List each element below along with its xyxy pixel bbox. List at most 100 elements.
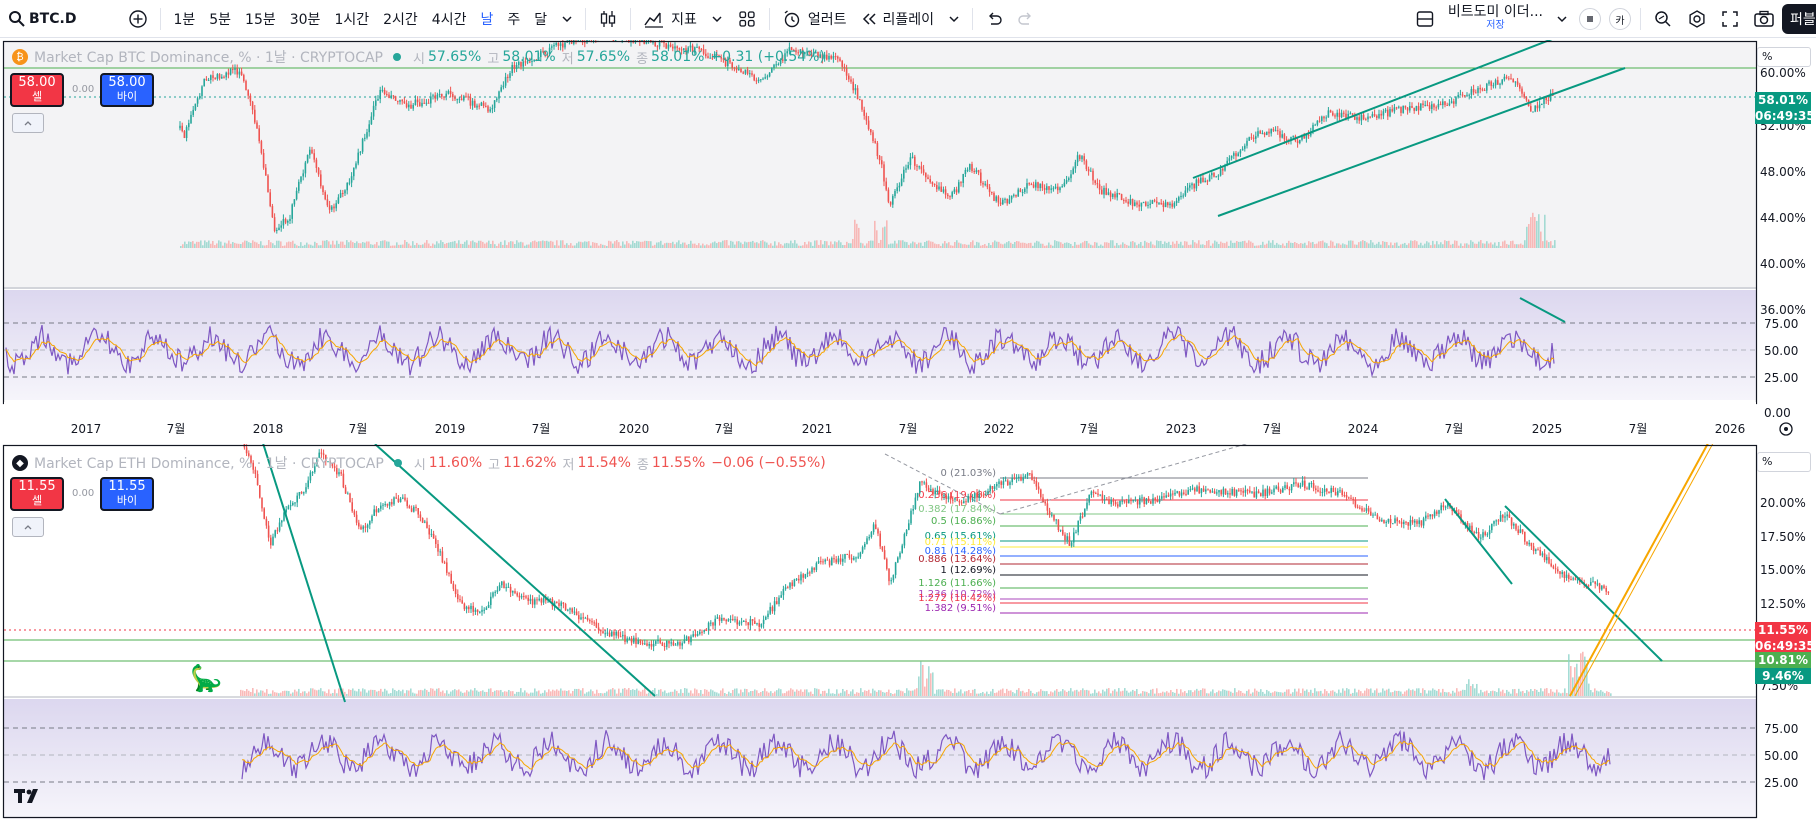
volume-bar [1422,245,1424,248]
volume-bar [690,690,692,696]
volume-bar [1166,242,1168,248]
candle-body [886,559,888,569]
candle-body [465,96,467,98]
volume-bar [754,242,756,248]
volume-bar [848,693,850,696]
candle-body [725,619,727,622]
price-axis-label: 56.00% [1760,40,1806,43]
volume-bar [1350,240,1352,248]
alerts-button[interactable]: 얼러트 [775,0,854,38]
redo-button[interactable] [1010,0,1042,38]
layout-dropdown[interactable] [1549,0,1575,38]
layout-menu-button[interactable] [1579,8,1601,30]
interval-1m[interactable]: 1분 [166,0,202,38]
candle-body [1547,100,1550,102]
volume-bar [868,689,870,696]
btc-unit-toggle[interactable]: % [1757,47,1811,67]
volume-bar [986,691,988,696]
interval-15m[interactable]: 15분 [238,0,283,38]
volume-bar [566,243,568,248]
candle-body [249,95,252,102]
volume-bar [1068,690,1070,696]
volume-bar [386,690,388,696]
candle-body [1450,101,1453,104]
indicators-button[interactable]: 지표 [636,0,704,38]
volume-bar [854,219,856,248]
layout-name[interactable]: 비트도미 이더... 저장 [1442,4,1549,32]
tradingview-logo[interactable] [14,786,44,811]
layout-title: 비트도미 이더... [1447,4,1543,20]
candle-body [701,631,703,633]
candle-body [666,640,668,647]
eth-rsi-axis[interactable]: 75.0050.0025.00 [1764,722,1798,790]
volume-bar [632,689,634,696]
sell-button[interactable]: 58.00 셀 [10,73,64,107]
price-area[interactable] [4,42,1756,289]
interval-1w[interactable]: 주 [500,0,527,38]
candle-body [514,591,516,594]
eth-unit-toggle[interactable]: % [1757,452,1811,472]
candle-body [465,606,468,610]
settings-button[interactable] [1680,0,1714,38]
interval-1d[interactable]: 날 [473,0,500,38]
buy-button[interactable]: 58.00 바이 [100,73,154,107]
volume-bar [742,244,744,248]
candle-body [1444,101,1446,105]
eth-dominance-pane[interactable]: 0 (21.03%)0.236 (19.06%)0.382 (17.84%)0.… [0,444,1816,819]
interval-1h[interactable]: 1시간 [327,0,376,38]
volume-bar [746,689,748,696]
fullscreen-button[interactable] [1714,0,1746,38]
candle-body [1422,103,1424,106]
snapshot-button[interactable] [1746,0,1782,38]
replay-button[interactable]: 리플레이 [854,0,942,38]
user-avatar[interactable]: 카 [1609,8,1631,30]
candle-body [408,506,411,509]
interval-30m[interactable]: 30분 [283,0,328,38]
volume-bar [1012,692,1014,696]
candle-body [366,524,369,528]
layout-toggle-button[interactable] [1408,0,1442,38]
candle-body [1195,179,1198,189]
buy-button[interactable]: 11.55 바이 [100,477,154,511]
volume-bar [1024,242,1026,248]
interval-2h[interactable]: 2시간 [376,0,425,38]
candle-body [1026,473,1029,476]
symbol-search[interactable]: BTC.D [0,0,83,38]
rsi-area[interactable] [4,290,1756,400]
compare-button[interactable] [121,0,155,38]
volume-bar [520,688,522,696]
volume-bar [202,245,204,248]
interval-dropdown[interactable] [554,0,580,38]
btc-dominance-pane[interactable]: 2017 7월 2018 7월 2019 7월 2020 7월 2021 7월 2022 7월 2023… [0,40,1816,444]
templates-button[interactable] [730,0,764,38]
quick-search-button[interactable] [1646,0,1680,38]
volume-bar [1236,241,1238,248]
time-axis-label: 7월 [532,422,551,436]
candle-body [1502,515,1504,518]
price-area[interactable] [4,446,1756,696]
volume-bar [1112,690,1114,696]
volume-bar [396,691,398,696]
sell-button[interactable]: 11.55 셀 [10,477,64,511]
undo-button[interactable] [978,0,1010,38]
chart-type-button[interactable] [591,0,625,38]
interval-5m[interactable]: 5분 [202,0,238,38]
volume-bar [1072,245,1074,248]
volume-bar [978,693,980,696]
candle-body [1260,493,1262,497]
candle-body [1411,105,1413,108]
volume-bar [782,245,784,248]
candle-body [1438,510,1440,514]
volume-bar [554,690,556,696]
publish-button[interactable]: 퍼블 [1782,4,1816,34]
legend-collapse-button[interactable] [12,113,44,133]
volume-bar [244,691,246,696]
candle-body [1424,104,1426,106]
volume-bar [884,692,886,696]
volume-bar [806,244,808,248]
legend-collapse-button[interactable] [12,517,44,537]
interval-4h[interactable]: 4시간 [425,0,474,38]
replay-dropdown[interactable] [941,0,967,38]
interval-1M[interactable]: 달 [527,0,554,38]
indicators-dropdown[interactable] [704,0,730,38]
